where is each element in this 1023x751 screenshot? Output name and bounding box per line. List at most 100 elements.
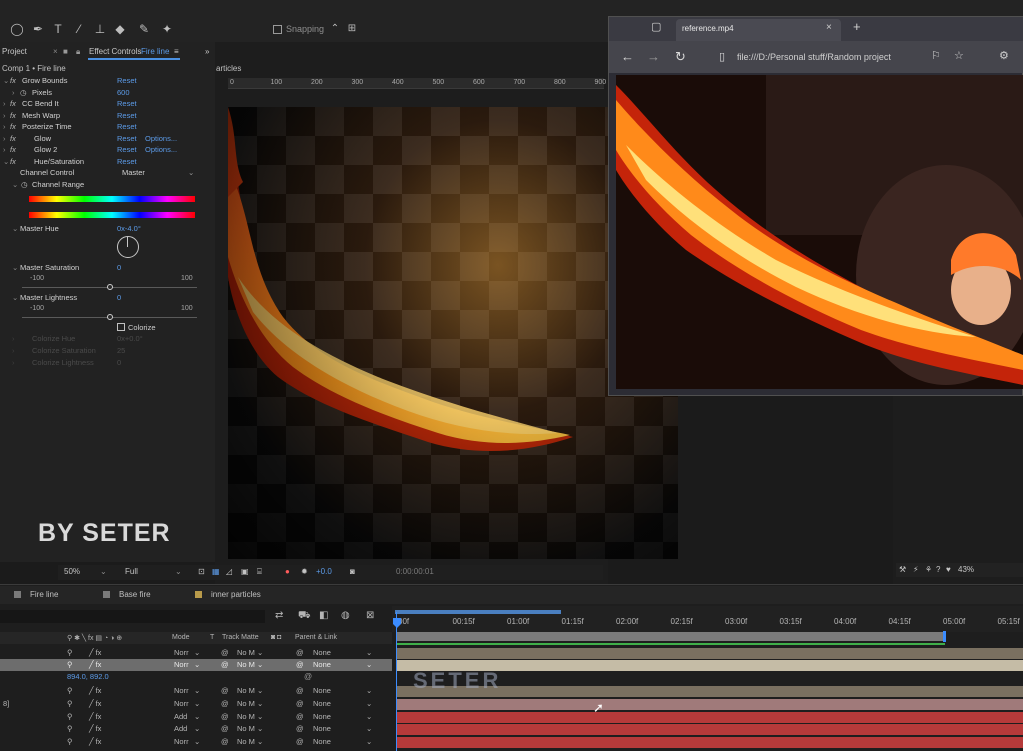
channel-control-dropdown[interactable]: Master [122,168,145,177]
fx-icon[interactable]: fx [10,76,16,85]
layer-switches[interactable]: ╱ fx [89,699,101,708]
disclosure-triangle-icon[interactable]: ⌄ [12,224,18,233]
blend-mode-dropdown[interactable]: Norr [174,648,189,657]
reset-button[interactable]: Reset [117,99,137,108]
disclosure-triangle-icon[interactable]: ⌄ [12,180,18,189]
help-icon[interactable]: ? [936,565,940,574]
work-area-end-handle[interactable] [943,631,946,642]
disclosure-triangle-icon[interactable]: ⌄ [3,157,9,166]
chevron-down-icon[interactable]: ⌄ [366,648,372,657]
effect-row-hue-saturation[interactable]: ⌄ fx Hue/Saturation Reset [0,157,215,169]
exposure-value[interactable]: +0.0 [316,567,332,576]
disclosure-triangle-icon[interactable]: › [3,111,6,120]
new-tab-button[interactable]: + [853,19,861,34]
effect-row-grow-bounds[interactable]: ⌄ fx Grow Bounds Reset [0,76,215,88]
parent-pickwhip-icon[interactable]: @ [296,712,304,721]
parent-pickwhip-icon[interactable]: @ [296,724,304,733]
fx-icon[interactable]: fx [10,134,16,143]
parent-pickwhip-icon[interactable]: @ [296,737,304,746]
layer-search-input[interactable] [0,610,265,623]
composition-tab-label[interactable]: articles [216,64,241,73]
resolution-dropdown[interactable]: Full [125,567,138,576]
close-tab-icon[interactable]: × [826,22,832,33]
expand-panels-icon[interactable]: » [205,47,209,56]
url-field[interactable]: file:///D:/Personal stuff/Random project [737,52,891,62]
blend-mode-dropdown[interactable]: Add [174,724,187,733]
shy-layers-icon[interactable]: ◧ [319,610,328,621]
layer-row[interactable]: ⚲ ╱ fx Norr ⌄ @ No M ⌄ @ None ⌄ [0,736,392,748]
track-matte-dropdown[interactable]: No M [237,648,255,657]
exposure-icon[interactable]: ✹ [301,567,308,576]
parent-pickwhip-icon[interactable]: @ [296,660,304,669]
layer-duration-bar[interactable] [397,648,1023,659]
snapping-checkbox[interactable] [273,25,282,34]
disclosure-triangle-icon[interactable]: › [3,122,6,131]
shy-switch-icon[interactable]: ⚲ [67,686,73,695]
region-of-interest-icon[interactable]: ⊡ [198,567,205,576]
preserve-transparency-icon[interactable]: @ [221,712,229,721]
reload-icon[interactable]: ↻ [675,49,686,65]
zoom-dropdown[interactable]: 50% [64,567,80,576]
disclosure-triangle-icon[interactable]: ⌄ [3,76,9,85]
param-row-channel-range[interactable]: ⌄ ◷ Channel Range [0,180,215,192]
layer-row[interactable]: ⚲ ╱ fx Add ⌄ @ No M ⌄ @ None ⌄ [0,723,392,735]
ellipse-tool-icon[interactable]: ◯ [10,22,24,36]
type-tool-icon[interactable]: T [51,22,65,36]
track-matte-dropdown[interactable]: No M [237,660,255,669]
guides-icon[interactable]: ▣ [241,567,249,576]
chevron-down-icon[interactable]: ⌄ [194,660,200,669]
fx-icon[interactable]: fx [10,157,16,166]
track-matte-dropdown[interactable]: No M [237,712,255,721]
layer-switches[interactable]: ╱ fx [89,724,101,733]
tab-layer-name[interactable]: Fire line [141,47,169,56]
read-aloud-icon[interactable]: ⚐ [931,49,941,62]
layer-duration-bar[interactable] [397,724,1023,735]
3d-view-icon[interactable]: ⌸ [257,567,262,577]
parent-dropdown[interactable]: None [313,699,331,708]
chevron-down-icon[interactable]: ⌄ [194,699,200,708]
preserve-transparency-icon[interactable]: @ [221,737,229,746]
hue-range-bar-bottom[interactable] [29,212,195,218]
chevron-down-icon[interactable]: ⌄ [100,567,107,576]
parent-dropdown[interactable]: None [313,686,331,695]
fx-icon[interactable]: fx [10,122,16,131]
chevron-down-icon[interactable]: ⌄ [257,724,263,733]
chevron-down-icon[interactable]: ⌄ [175,567,182,576]
favorite-star-icon[interactable]: ☆ [954,49,964,62]
fx-icon[interactable]: fx [10,99,16,108]
effect-row-posterize-time[interactable]: › fx Posterize Time Reset [0,122,215,134]
param-row-master-saturation[interactable]: ⌄ Master Saturation 0 [0,263,215,275]
shy-switch-icon[interactable]: ⚲ [67,712,73,721]
reset-button[interactable]: Reset [117,134,137,143]
track-matte-dropdown[interactable]: No M [237,724,255,733]
param-row-channel-control[interactable]: Channel Control Master ⌄ [0,168,215,180]
chevron-down-icon[interactable]: ⌄ [194,712,200,721]
param-row-pixels[interactable]: › ◷ Pixels 600 [0,88,215,100]
chevron-down-icon[interactable]: ⌄ [194,737,200,746]
colorize-checkbox[interactable] [117,323,125,331]
layer-duration-bar[interactable] [397,699,1023,710]
disclosure-triangle-icon[interactable]: ⌄ [12,293,18,302]
effect-row-glow[interactable]: › fx Glow Reset Options... [0,134,215,146]
param-row-master-lightness[interactable]: ⌄ Master Lightness 0 [0,293,215,305]
mask-icon[interactable]: ⚘ [925,565,932,574]
param-value[interactable]: 600 [117,88,130,97]
disclosure-triangle-icon[interactable]: › [3,134,6,143]
grid-snap-icon[interactable]: ⊞ [345,22,359,36]
forward-arrow-icon[interactable]: → [647,49,660,64]
pen-tool-icon[interactable]: ✒ [31,22,45,36]
layer-row[interactable]: 8] ⚲ ╱ fx Norr ⌄ @ No M ⌄ @ None ⌄ [0,698,392,710]
transparency-grid-icon[interactable]: ▦ [212,567,220,576]
chevron-down-icon[interactable]: ⌄ [257,686,263,695]
parent-dropdown[interactable]: None [313,712,331,721]
shy-switch-icon[interactable]: ⚲ [67,648,73,657]
saturation-slider-knob[interactable] [106,284,113,290]
extensions-icon[interactable]: ⚙ [999,49,1009,62]
current-time-indicator[interactable] [396,612,397,751]
effect-row-cc-bend-it[interactable]: › fx CC Bend It Reset [0,99,215,111]
parent-dropdown[interactable]: None [313,648,331,657]
color-channels-icon[interactable]: ● [285,567,290,576]
timecode-display[interactable]: 0:00:00:01 [396,567,434,576]
expression-pickwhip-icon[interactable]: @ [304,672,312,681]
tab-overview-icon[interactable]: ▢ [651,20,661,33]
